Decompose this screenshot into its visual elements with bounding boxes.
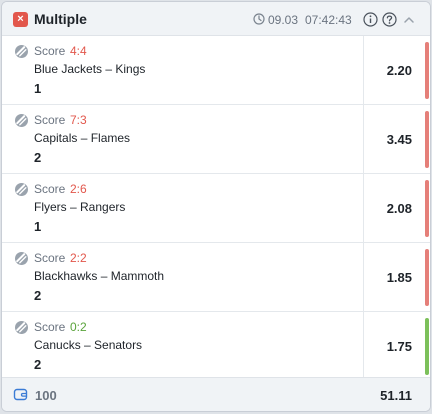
hockey-puck-icon xyxy=(15,252,28,265)
score-label: Score xyxy=(34,251,66,265)
hockey-puck-icon xyxy=(15,45,28,58)
chevron-up-icon[interactable] xyxy=(402,13,416,27)
odds-divider xyxy=(363,105,364,173)
hockey-puck-icon xyxy=(15,183,28,196)
clock-icon xyxy=(253,13,265,25)
close-icon[interactable]: × xyxy=(13,12,28,27)
hockey-puck-icon xyxy=(15,321,28,334)
match-teams: Capitals – Flames xyxy=(34,131,131,145)
odds-divider xyxy=(363,174,364,242)
score-value: 2:6 xyxy=(70,182,87,196)
match-teams: Blackhawks – Mammoth xyxy=(34,269,165,283)
bet-slip-card: × Multiple 09.03 07:42:43 Score 4:4 Blue J… xyxy=(1,1,431,412)
score-label: Score xyxy=(34,182,66,196)
hockey-puck-icon xyxy=(15,114,28,127)
status-indicator xyxy=(425,318,429,375)
bet-row[interactable]: Score 2:6 Flyers – Rangers 1 2.08 xyxy=(2,174,430,243)
score-label: Score xyxy=(34,320,66,334)
odds-divider xyxy=(363,36,364,104)
odds-divider xyxy=(363,312,364,380)
bet-header: × Multiple 09.03 07:42:43 xyxy=(2,2,430,36)
status-indicator xyxy=(425,249,429,306)
bet-row[interactable]: Score 4:4 Blue Jackets – Kings 1 2.20 xyxy=(2,36,430,105)
score-value: 0:2 xyxy=(70,320,87,334)
odds-divider xyxy=(363,243,364,311)
status-indicator xyxy=(425,180,429,237)
bet-date: 09.03 xyxy=(268,13,299,27)
match-teams: Flyers – Rangers xyxy=(34,200,126,214)
score-value: 7:3 xyxy=(70,113,87,127)
bet-row[interactable]: Score 7:3 Capitals – Flames 2 3.45 xyxy=(2,105,430,174)
bet-pick: 2 xyxy=(34,288,42,303)
info-icon[interactable] xyxy=(363,12,378,27)
bet-row[interactable]: Score 2:2 Blackhawks – Mammoth 2 1.85 xyxy=(2,243,430,312)
score-label: Score xyxy=(34,44,66,58)
score-label: Score xyxy=(34,113,66,127)
odds-value: 2.08 xyxy=(386,201,412,216)
match-teams: Canucks – Senators xyxy=(34,338,143,352)
help-icon[interactable] xyxy=(382,12,397,27)
bet-time: 07:42:43 xyxy=(305,13,352,27)
bet-pick: 2 xyxy=(34,357,42,372)
odds-value: 1.85 xyxy=(386,270,412,285)
odds-value: 1.75 xyxy=(386,339,412,354)
status-indicator xyxy=(425,42,429,99)
total-odds: 51.11 xyxy=(380,388,412,403)
bet-row[interactable]: Score 0:2 Canucks – Senators 2 1.75 xyxy=(2,312,430,381)
score-value: 2:2 xyxy=(70,251,87,265)
bet-pick: 1 xyxy=(34,81,42,96)
bet-pick: 1 xyxy=(34,219,42,234)
odds-value: 2.20 xyxy=(386,63,412,78)
wallet-icon xyxy=(13,388,28,401)
bet-footer: 100 51.11 xyxy=(2,377,430,411)
bet-title: Multiple xyxy=(34,11,87,27)
score-value: 4:4 xyxy=(70,44,87,58)
stake-amount: 100 xyxy=(35,388,57,403)
status-indicator xyxy=(425,111,429,168)
bet-pick: 2 xyxy=(34,150,42,165)
odds-value: 3.45 xyxy=(386,132,412,147)
match-teams: Blue Jackets – Kings xyxy=(34,62,146,76)
